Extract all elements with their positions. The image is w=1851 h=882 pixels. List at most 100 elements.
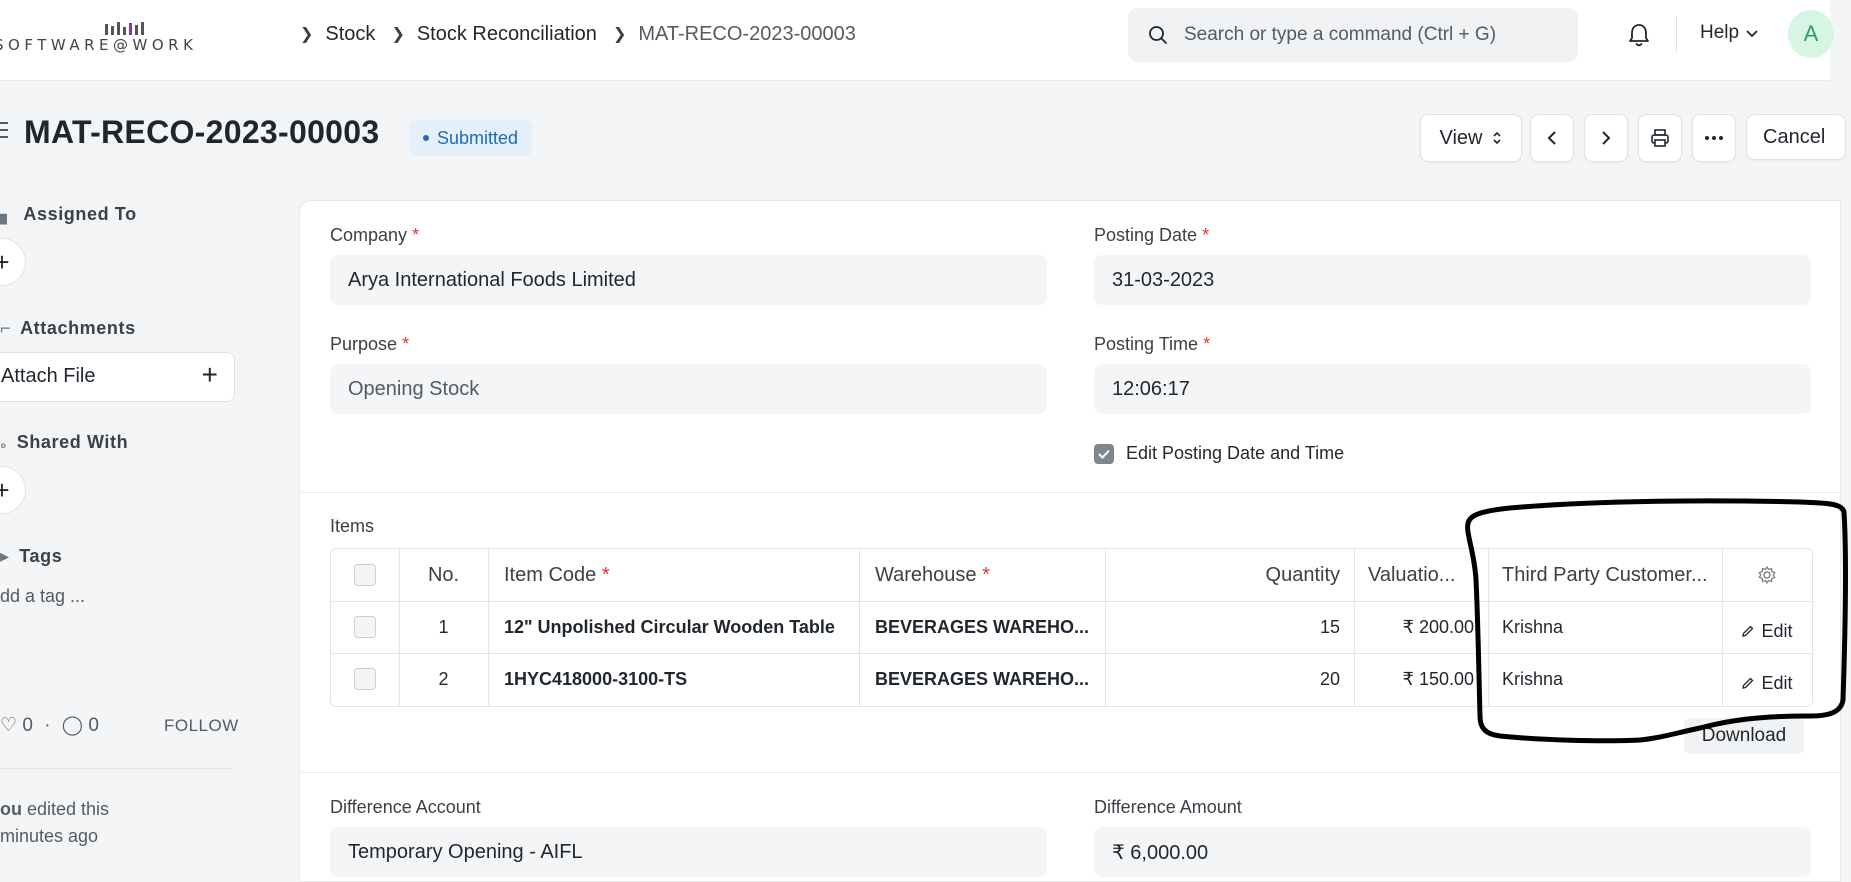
chevron-right-icon — [1602, 131, 1611, 145]
section-divider — [299, 492, 1839, 493]
table-row — [331, 653, 399, 705]
edit-posting-checkbox[interactable] — [1094, 444, 1114, 464]
download-button[interactable]: Download — [1684, 718, 1804, 754]
row-edit-button[interactable]: Edit — [1722, 605, 1812, 657]
checkmark-icon — [1098, 449, 1110, 459]
add-share-button[interactable]: + — [0, 466, 26, 514]
warehouse-cell[interactable]: BEVERAGES WAREHO... — [859, 601, 1105, 653]
logo-mark-icon — [105, 22, 144, 35]
third-party-customer-cell[interactable]: Krishna — [1488, 601, 1722, 653]
pencil-icon — [1742, 677, 1754, 689]
print-button[interactable] — [1638, 114, 1682, 162]
attach-file-button[interactable]: Attach File + — [0, 352, 235, 402]
third-party-customer-cell[interactable]: Krishna — [1488, 653, 1722, 705]
awesomebar-search[interactable] — [1128, 8, 1578, 62]
edit-label: Edit — [1761, 620, 1793, 641]
item-code-cell[interactable]: 1HYC418000-3100-TS — [488, 653, 859, 705]
select-all-checkbox[interactable] — [354, 564, 376, 586]
difference-account-field[interactable]: Temporary Opening - AIFL — [330, 827, 1047, 877]
plus-icon: + — [201, 359, 218, 390]
attachments-heading: ⌐ Attachments — [0, 318, 136, 339]
pencil-icon — [1742, 625, 1754, 637]
printer-icon — [1651, 129, 1669, 147]
heart-icon[interactable]: ♡ — [0, 715, 17, 736]
difference-account-label: Difference Account — [330, 797, 481, 817]
valuation-cell[interactable]: ₹ 200.00 — [1354, 601, 1488, 653]
items-label: Items — [330, 516, 375, 536]
table-settings-button[interactable] — [1722, 549, 1812, 601]
sidebar-toggle-icon[interactable] — [0, 122, 12, 143]
quantity-cell[interactable]: 15 — [1105, 601, 1354, 653]
cancel-label: Cancel — [1763, 125, 1826, 148]
status-label: Submitted — [437, 127, 519, 148]
posting-date-field[interactable]: 31-03-2023 — [1094, 255, 1811, 305]
more-actions-button[interactable] — [1692, 114, 1736, 162]
shared-with-label: Shared With — [16, 432, 129, 452]
select-all-cell — [331, 549, 399, 601]
row-no-cell: 1 — [438, 616, 449, 637]
column-header-third-party-customer: Third Party Customer... — [1502, 563, 1708, 586]
purpose-label: Purpose * — [330, 334, 410, 354]
tags-heading: ▸ Tags — [0, 546, 62, 567]
posting-date-label: Posting Date * — [1094, 225, 1210, 245]
help-dropdown[interactable]: Help — [1700, 22, 1759, 44]
breadcrumb: ❯ Stock ❯ Stock Reconciliation ❯ MAT-REC… — [300, 20, 872, 48]
comment-icon[interactable]: ◯ — [62, 715, 83, 736]
activity-time: minutes ago — [0, 826, 99, 846]
quantity-cell[interactable]: 20 — [1105, 653, 1354, 705]
user-avatar[interactable]: A — [1788, 10, 1834, 58]
row-checkbox[interactable] — [354, 668, 376, 690]
follow-button[interactable]: FOLLOW — [164, 716, 239, 736]
next-doc-button[interactable] — [1584, 114, 1628, 162]
difference-amount-field[interactable]: ₹ 6,000.00 — [1094, 827, 1811, 877]
posting-time-label: Posting Time * — [1094, 334, 1211, 354]
add-tag-link[interactable]: dd a tag ... — [0, 586, 85, 607]
row-checkbox[interactable] — [354, 616, 376, 638]
navbar: SOFTWARE@WORK ❯ Stock ❯ Stock Reconcilia… — [0, 0, 1834, 81]
shared-with-heading: ૰ Shared With — [0, 432, 128, 453]
search-input[interactable] — [1182, 23, 1556, 47]
attachments-label: Attachments — [20, 318, 136, 338]
bell-icon[interactable] — [1624, 20, 1654, 50]
section-divider — [299, 772, 1839, 773]
activity-user[interactable]: ou — [0, 799, 22, 819]
column-header-valuation: Valuatio... — [1368, 563, 1456, 586]
item-code-cell[interactable]: 12" Unpolished Circular Wooden Table — [488, 601, 859, 653]
comments-count: 0 — [88, 715, 99, 736]
posting-time-field[interactable]: 12:06:17 — [1094, 364, 1811, 414]
help-label: Help — [1700, 22, 1740, 43]
cancel-button[interactable]: Cancel — [1746, 114, 1846, 160]
warehouse-cell[interactable]: BEVERAGES WAREHO... — [859, 653, 1105, 705]
chevron-down-icon — [1746, 30, 1758, 38]
table-row — [331, 601, 399, 653]
breadcrumb-current[interactable]: MAT-RECO-2023-00003 — [638, 23, 856, 46]
breadcrumb-stock[interactable]: Stock — [325, 23, 375, 46]
assigned-to-label: Assigned To — [23, 204, 137, 224]
breadcrumb-stock-reconciliation[interactable]: Stock Reconciliation — [417, 23, 597, 46]
logo-text: SOFTWARE@WORK — [0, 36, 198, 54]
row-edit-button[interactable]: Edit — [1722, 657, 1812, 709]
chevron-left-icon — [1547, 131, 1556, 145]
edit-posting-label: Edit Posting Date and Time — [1126, 443, 1345, 463]
difference-amount-label: Difference Amount — [1094, 797, 1242, 817]
status-dot-icon — [423, 135, 429, 141]
company-field[interactable]: Arya International Foods Limited — [330, 255, 1047, 305]
app-logo[interactable]: SOFTWARE@WORK — [0, 18, 265, 58]
row-no-cell: 2 — [438, 668, 449, 689]
view-button[interactable]: View — [1420, 114, 1522, 162]
plus-icon: + — [0, 246, 10, 277]
column-header-quantity: Quantity — [1265, 563, 1340, 586]
user-icon: ▖ — [0, 204, 15, 224]
purpose-field[interactable]: Opening Stock — [330, 364, 1047, 414]
navbar-divider — [1676, 16, 1677, 54]
add-assignee-button[interactable]: + — [0, 238, 26, 286]
valuation-cell[interactable]: ₹ 150.00 — [1354, 653, 1488, 705]
search-icon — [1149, 26, 1167, 44]
engagement-counts: ♡ 0 · ◯ 0 — [0, 715, 99, 736]
attach-file-label: Attach File — [1, 365, 96, 387]
previous-doc-button[interactable] — [1530, 114, 1574, 162]
chevron-right-icon: ❯ — [612, 26, 627, 43]
column-header-warehouse: Warehouse * — [875, 563, 990, 586]
activity-action: edited this — [22, 799, 110, 819]
page-title: MAT-RECO-2023-00003 — [24, 114, 380, 150]
